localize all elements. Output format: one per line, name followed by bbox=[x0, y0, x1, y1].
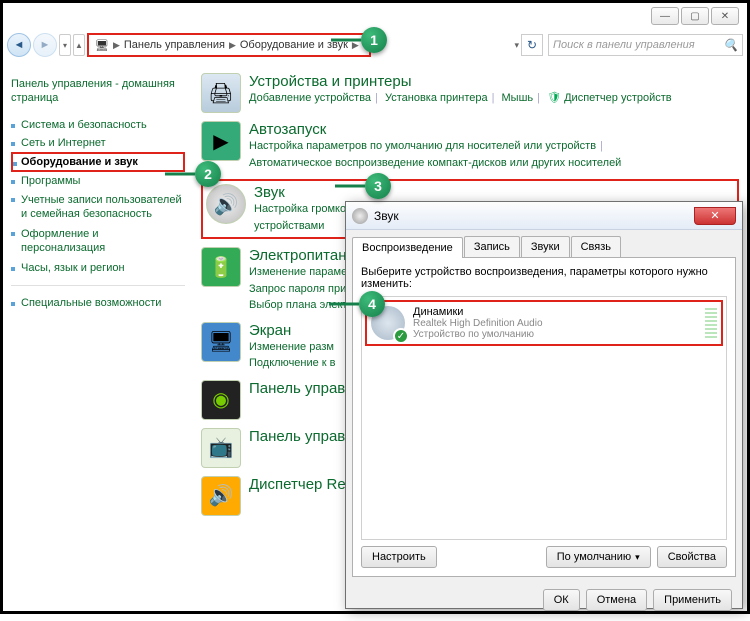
annotation-marker-4: 4 bbox=[359, 291, 385, 317]
chevron-right-icon: ▶ bbox=[229, 40, 236, 51]
search-input[interactable]: Поиск в панели управления 🔍 bbox=[548, 34, 743, 56]
search-placeholder: Поиск в панели управления bbox=[553, 39, 695, 51]
tab-playback[interactable]: Воспроизведение bbox=[352, 237, 463, 258]
link-device-manager[interactable]: Диспетчер устройств bbox=[564, 92, 672, 104]
display-icon: 🖥 bbox=[201, 322, 241, 362]
maximize-button[interactable]: ▢ bbox=[681, 7, 709, 25]
autoplay-title[interactable]: Автозапуск bbox=[249, 121, 621, 138]
check-icon: ✓ bbox=[393, 328, 409, 344]
sound-dialog: Звук ✕ Воспроизведение Запись Звуки Связ… bbox=[345, 201, 743, 609]
tab-communications[interactable]: Связь bbox=[571, 236, 621, 257]
level-meter-icon bbox=[705, 308, 717, 338]
ok-button[interactable]: ОК bbox=[543, 589, 580, 611]
annotation-marker-1: 1 bbox=[361, 27, 387, 53]
panel-icon: 📺 bbox=[201, 428, 241, 468]
device-name: Динамики bbox=[413, 306, 543, 318]
sidebar-item-programs[interactable]: Программы bbox=[11, 172, 185, 190]
tab-sounds[interactable]: Звуки bbox=[521, 236, 570, 257]
breadcrumb[interactable]: 🖥 ▶ Панель управления ▶ Оборудование и з… bbox=[87, 33, 371, 57]
dialog-instruction: Выберите устройство воспроизведения, пар… bbox=[361, 266, 727, 290]
cancel-button[interactable]: Отмена bbox=[586, 589, 647, 611]
nvidia-icon: ◉ bbox=[201, 380, 241, 420]
sidebar-item-accounts[interactable]: Учетные записи пользователей и семейная … bbox=[11, 190, 185, 225]
dialog-titlebar[interactable]: Звук ✕ bbox=[346, 202, 742, 230]
annotation-marker-3: 3 bbox=[365, 173, 391, 199]
printer-icon: 🖨 bbox=[201, 73, 241, 113]
link-autoplay-defaults[interactable]: Настройка параметров по умолчанию для но… bbox=[249, 140, 596, 152]
power-icon: 🔋 bbox=[201, 247, 241, 287]
link-mouse[interactable]: Мышь bbox=[502, 92, 534, 104]
link-autoplay-cd[interactable]: Автоматическое воспроизведение компакт-д… bbox=[249, 157, 621, 169]
link-add-device[interactable]: Добавление устройства bbox=[249, 92, 371, 104]
annotation-marker-2: 2 bbox=[195, 161, 221, 187]
minimize-button[interactable]: — bbox=[651, 7, 679, 25]
device-status: Устройство по умолчанию bbox=[413, 329, 543, 340]
breadcrumb-root-icon: 🖥 bbox=[95, 39, 109, 52]
up-button[interactable]: ▲ bbox=[73, 34, 85, 56]
forward-button[interactable]: ► bbox=[33, 33, 57, 57]
breadcrumb-part1[interactable]: Панель управления bbox=[124, 39, 225, 51]
tab-recording[interactable]: Запись bbox=[464, 236, 520, 257]
refresh-button[interactable]: ↻ bbox=[521, 34, 543, 56]
sidebar: Панель управления - домашняя страница Си… bbox=[3, 67, 193, 611]
link-screen-connect[interactable]: Подключение к в bbox=[249, 357, 336, 369]
back-button[interactable]: ◄ bbox=[7, 33, 31, 57]
device-desc: Realtek High Definition Audio bbox=[413, 318, 543, 329]
link-screen-size[interactable]: Изменение разм bbox=[249, 341, 334, 353]
dialog-close-button[interactable]: ✕ bbox=[694, 207, 736, 225]
sidebar-item-accessibility[interactable]: Специальные возможности bbox=[11, 294, 185, 312]
history-dropdown[interactable]: ▾ bbox=[59, 34, 71, 56]
search-icon[interactable]: 🔍 bbox=[723, 38, 738, 52]
autoplay-icon: ▶ bbox=[201, 121, 241, 161]
devices-title[interactable]: Устройства и принтеры bbox=[249, 73, 672, 90]
realtek-icon: 🔊 bbox=[201, 476, 241, 516]
sidebar-item-hardware-sound[interactable]: Оборудование и звук bbox=[11, 152, 185, 172]
link-add-printer[interactable]: Установка принтера bbox=[385, 92, 488, 104]
apply-button[interactable]: Применить bbox=[653, 589, 732, 611]
screen-title[interactable]: Экран bbox=[249, 322, 336, 339]
speaker-icon bbox=[352, 208, 368, 224]
properties-button[interactable]: Свойства bbox=[657, 546, 727, 568]
dialog-title: Звук bbox=[374, 209, 399, 223]
sidebar-item-network[interactable]: Сеть и Интернет bbox=[11, 134, 185, 152]
sidebar-item-appearance[interactable]: Оформление и персонализация bbox=[11, 224, 185, 259]
sidebar-item-system[interactable]: Система и безопасность bbox=[11, 116, 185, 134]
shield-icon: 🛡 bbox=[547, 92, 561, 104]
set-default-button[interactable]: По умолчанию bbox=[546, 546, 651, 568]
device-item-speakers[interactable]: ✓ Динамики Realtek High Definition Audio… bbox=[365, 300, 723, 346]
window-close-button[interactable]: ✕ bbox=[711, 7, 739, 25]
sidebar-home[interactable]: Панель управления - домашняя страница bbox=[11, 77, 185, 106]
sound-title[interactable]: Звук bbox=[254, 184, 734, 201]
configure-button[interactable]: Настроить bbox=[361, 546, 437, 568]
sidebar-item-clock[interactable]: Часы, язык и регион bbox=[11, 259, 185, 277]
speaker-icon: 🔊 bbox=[206, 184, 246, 224]
chevron-right-icon: ▶ bbox=[113, 40, 120, 51]
device-list[interactable]: ✓ Динамики Realtek High Definition Audio… bbox=[361, 296, 727, 540]
